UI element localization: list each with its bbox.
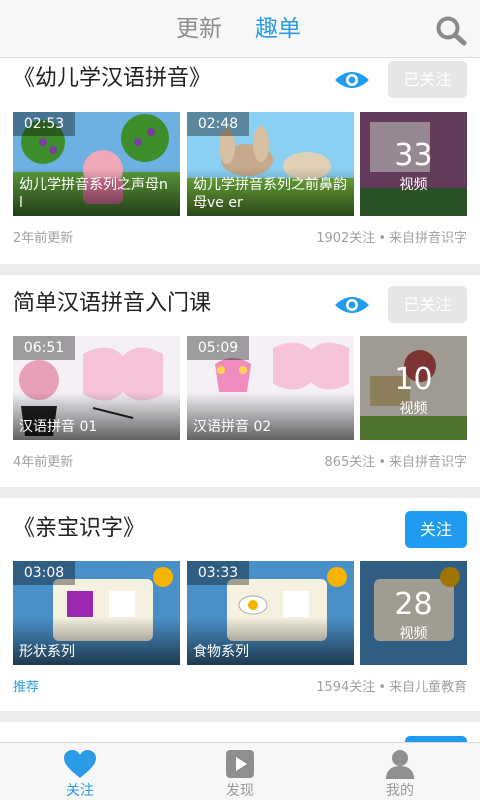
video-thumbnails: 03:08 形状系列 03:33 食物系列 28 视频 (13, 561, 467, 665)
nav-mine[interactable]: 我的 (350, 743, 450, 800)
playlist-meta: 1594关注 • 来自儿童教育 (316, 679, 467, 697)
meta-separator: • (378, 680, 386, 695)
more-videos[interactable]: 10 视频 (360, 336, 467, 440)
playlist-meta: 865关注 • 来自拼音识字 (324, 454, 467, 472)
video-thumbnail[interactable]: 06:51 汉语拼音 01 (13, 336, 180, 440)
video-duration: 02:53 (13, 112, 75, 136)
play-icon (226, 750, 254, 778)
meta-separator: • (378, 231, 386, 246)
more-video-count: 33 (394, 138, 433, 173)
watch-button[interactable] (334, 293, 370, 317)
follow-button[interactable]: 关注 (405, 511, 467, 548)
more-videos[interactable]: 33 视频 (360, 112, 467, 216)
nav-discover[interactable]: 发现 (190, 743, 290, 800)
video-duration: 03:08 (13, 561, 75, 585)
playlist-card[interactable]: 《幼儿学汉语拼音》 已关注 02:53 幼儿学拼音系列之声母n l 02:48 … (0, 58, 480, 264)
playlist-title: 简单汉语拼音入门课 (13, 291, 212, 316)
update-time: 2年前更新 (13, 231, 74, 246)
more-video-label: 视频 (399, 177, 428, 193)
video-title: 幼儿学拼音系列之声母n l (19, 177, 168, 211)
playlist-card[interactable]: 《亲宝识字》 关注 03:08 形状系列 03:33 食物系列 28 视频 推荐… (0, 498, 480, 711)
playlist-title: 《幼儿学汉语拼音》 (13, 66, 212, 91)
video-title: 形状系列 (19, 644, 75, 660)
nav-follow-label: 关注 (66, 783, 94, 799)
video-thumbnail[interactable]: 03:33 食物系列 (187, 561, 354, 665)
watch-button[interactable] (334, 68, 370, 92)
video-thumbnails: 02:53 幼儿学拼音系列之声母n l 02:48 幼儿学拼音系列之前鼻韵母ve… (13, 112, 467, 216)
video-thumbnails: 06:51 汉语拼音 01 05:09 汉语拼音 02 10 视频 (13, 336, 467, 440)
video-thumbnail[interactable]: 05:09 汉语拼音 02 (187, 336, 354, 440)
more-video-label: 视频 (399, 626, 428, 642)
follower-count: 865关注 (324, 455, 376, 470)
nav-follow[interactable]: 关注 (30, 743, 130, 800)
update-time: 4年前更新 (13, 455, 74, 470)
playlist-source: 来自拼音识字 (388, 455, 467, 470)
person-icon (386, 750, 414, 779)
bottom-nav: 关注 发现 我的 (0, 742, 480, 800)
video-title: 幼儿学拼音系列之前鼻韵母ve er (193, 177, 347, 211)
nav-mine-label: 我的 (386, 783, 414, 799)
tab-updates[interactable]: 更新 (176, 14, 222, 44)
playlist-source: 来自儿童教育 (388, 680, 467, 695)
eye-icon (335, 72, 369, 88)
follower-count: 1902关注 (316, 231, 376, 246)
nav-discover-label: 发现 (226, 783, 254, 799)
video-title: 汉语拼音 02 (193, 419, 272, 435)
video-duration: 03:33 (187, 561, 249, 585)
meta-separator: • (378, 455, 386, 470)
more-video-label: 视频 (399, 401, 428, 417)
search-button[interactable] (434, 14, 468, 46)
playlist-source: 来自拼音识字 (388, 231, 467, 246)
heart-icon (64, 750, 96, 778)
video-duration: 06:51 (13, 336, 75, 360)
more-video-count: 10 (394, 362, 433, 397)
video-duration: 05:09 (187, 336, 249, 360)
search-icon (436, 16, 467, 46)
playlist-meta: 1902关注 • 来自拼音识字 (316, 230, 467, 248)
video-duration: 02:48 (187, 112, 249, 136)
top-bar: 更新 趣单 (0, 0, 480, 58)
follower-count: 1594关注 (316, 680, 376, 695)
playlist-card[interactable]: 简单汉语拼音入门课 已关注 06:51 汉语拼音 01 05:09 汉语拼音 0… (0, 275, 480, 487)
video-thumbnail[interactable]: 02:53 幼儿学拼音系列之声母n l (13, 112, 180, 216)
more-video-count: 28 (394, 587, 433, 622)
video-title: 食物系列 (193, 644, 249, 660)
follow-button[interactable]: 已关注 (388, 286, 467, 323)
tab-lists[interactable]: 趣单 (255, 14, 301, 44)
eye-icon (335, 297, 369, 313)
video-thumbnail[interactable]: 02:48 幼儿学拼音系列之前鼻韵母ve er (187, 112, 354, 216)
recommended-tag[interactable]: 推荐 (13, 679, 39, 697)
more-videos[interactable]: 28 视频 (360, 561, 467, 665)
follow-button[interactable]: 已关注 (388, 61, 467, 98)
video-thumbnail[interactable]: 03:08 形状系列 (13, 561, 180, 665)
video-title: 汉语拼音 01 (19, 419, 98, 435)
playlist-title: 《亲宝识字》 (13, 516, 146, 541)
